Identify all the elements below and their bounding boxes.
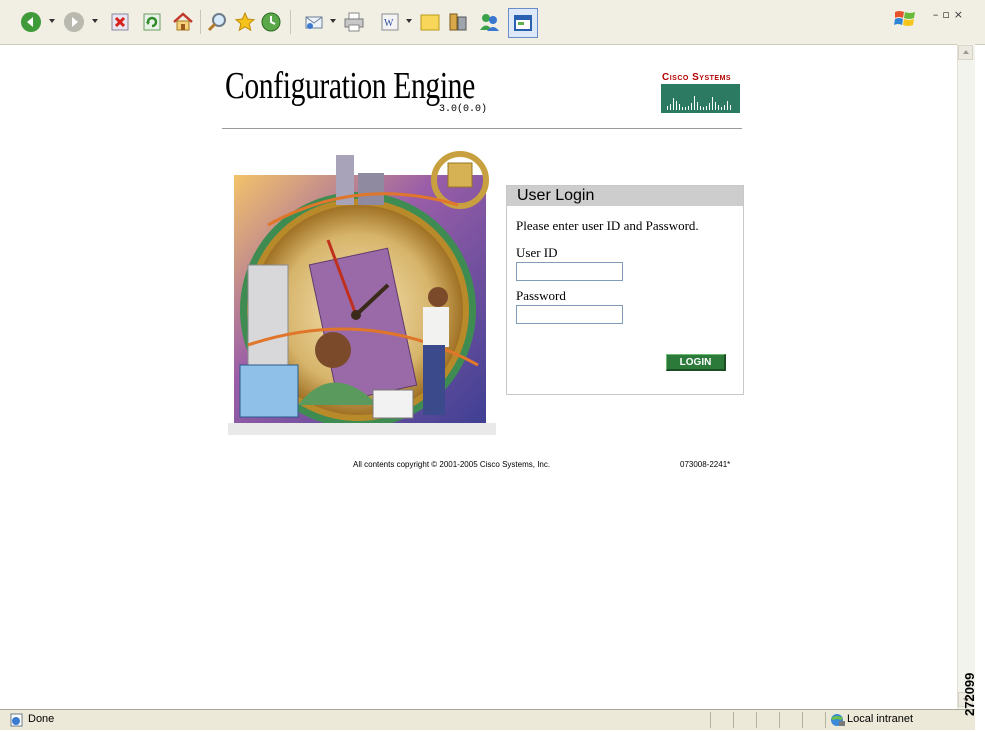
forward-icon[interactable]	[63, 11, 85, 33]
toolbar-separator	[200, 10, 201, 34]
stopwatch-illustration	[228, 145, 496, 435]
login-instruction: Please enter user ID and Password.	[516, 218, 699, 233]
svg-text:W: W	[384, 18, 394, 29]
status-separator	[825, 712, 826, 728]
cisco-logo	[661, 84, 740, 113]
page-done-icon	[10, 713, 24, 732]
page-title: Configuration Engine	[225, 65, 475, 107]
login-button[interactable]: LOGIN	[666, 354, 726, 371]
cisco-brand-text: Cisco Systems	[662, 72, 732, 83]
minimize-icon[interactable]: –	[933, 8, 943, 21]
mail-icon[interactable]	[303, 11, 325, 33]
restore-icon[interactable]: ▫	[942, 8, 953, 21]
window-controls[interactable]: –▫×	[933, 8, 967, 21]
edit-icon[interactable]: W	[380, 11, 400, 33]
notes-icon[interactable]	[419, 11, 441, 33]
status-separator	[779, 712, 780, 728]
login-panel: User Login Please enter user ID and Pass…	[506, 185, 744, 395]
refresh-icon[interactable]	[142, 11, 162, 33]
copyright-text: All contents copyright © 2001-2005 Cisco…	[353, 460, 551, 469]
forward-dropdown-icon[interactable]	[92, 19, 98, 23]
figure-id-label: 272099	[962, 672, 977, 716]
header-divider	[222, 128, 742, 129]
status-separator	[733, 712, 734, 728]
password-label: Password	[516, 288, 566, 303]
intranet-globe-icon	[830, 713, 846, 732]
browser-toolbar: W –▫×	[0, 0, 985, 45]
windows-logo-icon	[893, 8, 917, 35]
mail-dropdown-icon[interactable]	[330, 19, 336, 23]
toolbar-separator	[290, 10, 291, 34]
history-icon[interactable]	[260, 11, 282, 33]
close-icon[interactable]: ×	[954, 8, 967, 21]
status-separator	[802, 712, 803, 728]
search-icon[interactable]	[206, 11, 228, 33]
userid-input[interactable]	[516, 262, 623, 281]
status-bar: Done Local intranet	[0, 709, 975, 730]
favorites-icon[interactable]	[234, 11, 256, 33]
zone-text: Local intranet	[847, 713, 914, 725]
login-header: User Login	[507, 186, 743, 206]
vertical-scrollbar[interactable]	[957, 44, 975, 709]
status-separator	[710, 712, 711, 728]
home-icon[interactable]	[172, 11, 194, 33]
scroll-up-button[interactable]	[958, 45, 973, 60]
stop-icon[interactable]	[110, 11, 130, 33]
window-icon[interactable]	[508, 8, 538, 38]
back-icon[interactable]	[20, 11, 42, 33]
messenger-icon[interactable]	[478, 11, 500, 33]
status-separator	[756, 712, 757, 728]
print-icon[interactable]	[343, 11, 365, 33]
build-id-text: 073008-2241*	[680, 460, 731, 469]
userid-label: User ID	[516, 245, 558, 260]
research-icon[interactable]	[447, 11, 469, 33]
edit-dropdown-icon[interactable]	[406, 19, 412, 23]
back-dropdown-icon[interactable]	[49, 19, 55, 23]
login-title: User Login	[517, 187, 595, 204]
chevron-up-icon	[963, 50, 969, 54]
version-label: 3.0(0.0)	[439, 104, 488, 115]
password-input[interactable]	[516, 305, 623, 324]
status-text: Done	[28, 713, 55, 725]
